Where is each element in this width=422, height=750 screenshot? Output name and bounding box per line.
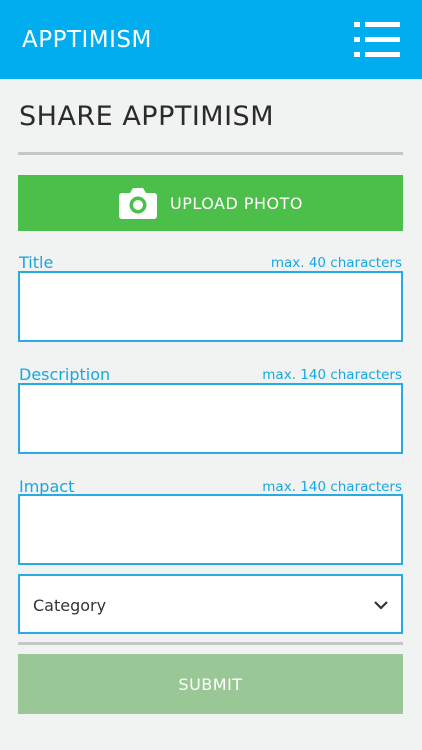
title-input[interactable] bbox=[18, 271, 403, 342]
camera-icon bbox=[118, 188, 157, 219]
app-title: APPTIMISM bbox=[22, 27, 152, 53]
description-input[interactable] bbox=[18, 383, 403, 454]
title-max-hint: max. 40 characters bbox=[270, 255, 402, 271]
page-title: SHARE APPTIMISM bbox=[19, 101, 274, 132]
category-select[interactable]: Category bbox=[18, 574, 403, 634]
submit-label: SUBMIT bbox=[178, 674, 243, 694]
upload-photo-label: UPLOAD PHOTO bbox=[169, 193, 303, 213]
app-bar: APPTIMISM bbox=[0, 0, 422, 79]
title-divider bbox=[18, 152, 403, 155]
description-label: Description bbox=[19, 365, 111, 384]
form-divider bbox=[18, 642, 403, 645]
category-selected-value: Category bbox=[33, 596, 107, 615]
impact-max-hint: max. 140 characters bbox=[262, 479, 402, 495]
upload-photo-button[interactable]: UPLOAD PHOTO bbox=[18, 175, 403, 231]
title-label: Title bbox=[19, 253, 54, 272]
description-max-hint: max. 140 characters bbox=[262, 367, 402, 383]
submit-button[interactable]: SUBMIT bbox=[18, 654, 403, 714]
impact-input[interactable] bbox=[18, 494, 403, 565]
chevron-down-icon bbox=[374, 601, 388, 610]
menu-list-icon[interactable] bbox=[352, 20, 402, 60]
